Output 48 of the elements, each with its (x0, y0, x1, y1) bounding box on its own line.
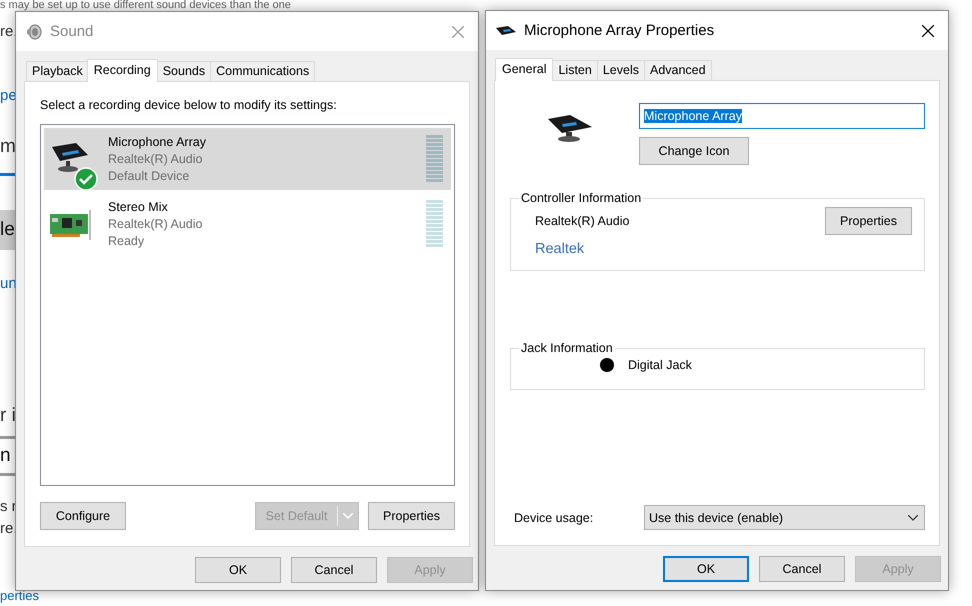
properties-button[interactable]: Properties (368, 502, 455, 530)
tab[interactable]: General (495, 58, 554, 81)
page-text: s may be set up to use different sound devices than the one (0, 0, 291, 11)
tab[interactable]: Advanced (644, 60, 712, 80)
vendor-link[interactable]: Realtek (535, 241, 584, 257)
microphone-icon (548, 113, 592, 143)
level-meter (426, 200, 443, 248)
dialog-button[interactable]: OK (195, 557, 281, 583)
window-title: Sound (50, 23, 94, 40)
level-meter (426, 135, 443, 183)
device-row[interactable]: Microphone Array Realtek(R) Audio Default Device (44, 128, 451, 190)
configure-button[interactable]: Configure (40, 502, 126, 530)
page-text: re. (0, 520, 18, 537)
device-status: Ready (108, 232, 146, 250)
group-title: Controller Information (520, 191, 642, 205)
tab[interactable]: Playback (26, 61, 89, 81)
device-usage-label: Device usage: (513, 510, 594, 524)
controller-name: Realtek(R) Audio (535, 214, 630, 228)
highlighted-item: le (0, 219, 15, 240)
dialog-button[interactable]: Cancel (759, 556, 845, 582)
page-link[interactable]: perties (0, 588, 40, 603)
window-title: Microphone Array Properties (524, 22, 716, 39)
close-icon[interactable] (922, 24, 934, 36)
tab[interactable]: Communications (210, 61, 316, 81)
device-driver: Realtek(R) Audio (108, 150, 204, 168)
properties-button[interactable]: Properties (825, 207, 912, 235)
chevron-icon (908, 514, 918, 520)
group-title: Jack Information (520, 341, 614, 355)
microphone-icon (496, 24, 516, 36)
name-field[interactable]: Microphone Array (639, 103, 925, 129)
device-status: Default Device (108, 168, 190, 184)
dialog-button[interactable]: OK (663, 556, 749, 582)
tab[interactable]: Recording (86, 59, 158, 82)
page-field: n (0, 445, 11, 466)
instruction-text: Select a recording device below to modify its settings: (40, 98, 338, 112)
change-icon-button[interactable]: Change Icon (639, 137, 749, 165)
dialog-button[interactable]: Cancel (291, 557, 377, 583)
jack-label: Digital Jack (628, 358, 692, 372)
device-driver: Realtek(R) Audio (108, 216, 204, 232)
page-text: re. (0, 23, 18, 40)
device-name: Microphone Array (108, 134, 207, 150)
device-name: Stereo Mix (108, 198, 169, 216)
page-heading: r i (0, 405, 16, 426)
device-row[interactable]: Stereo Mix Realtek(R) Audio Ready (44, 193, 451, 255)
speaker-icon (26, 24, 42, 40)
device-usage-dropdown[interactable]: Use this device (enable) (644, 505, 925, 530)
page-heading: m (0, 136, 16, 157)
check-icon (74, 167, 98, 191)
